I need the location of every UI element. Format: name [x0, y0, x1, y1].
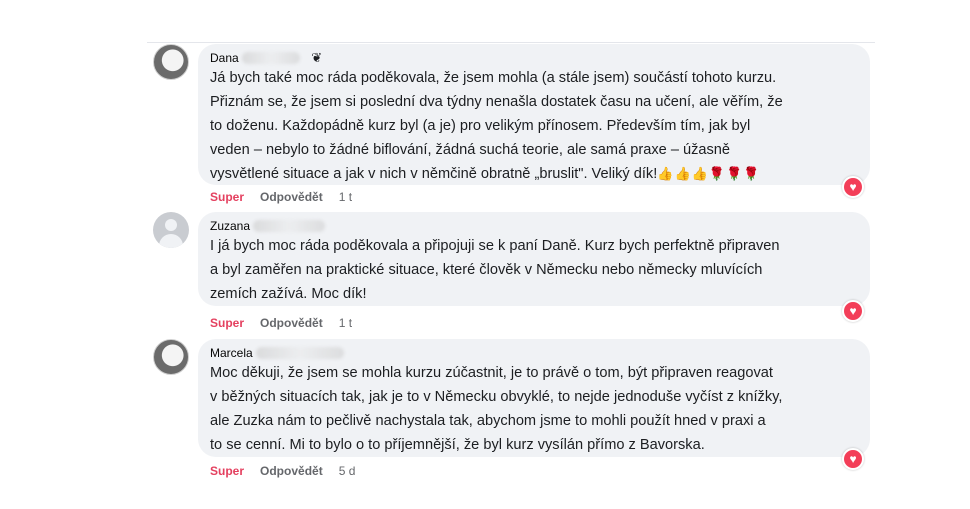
- redacted-surname: [253, 220, 326, 232]
- comment-bubble: Zuzana I já bych moc ráda poděkovala a p…: [198, 212, 870, 306]
- avatar-head: [165, 219, 177, 231]
- emoji-reactions: 👍👍👍🌹🌹🌹: [657, 166, 761, 181]
- heart-icon[interactable]: ♥: [842, 448, 864, 470]
- redacted-surname: [241, 52, 300, 64]
- comment-bubble: Dana ❦ Já bych také moc ráda poděkovala,…: [198, 44, 870, 185]
- author-name[interactable]: Zuzana: [210, 218, 250, 234]
- author-row: Dana ❦: [210, 50, 858, 66]
- reaction-label[interactable]: Super: [210, 463, 244, 479]
- top-divider: [147, 42, 875, 43]
- redacted-surname: [255, 347, 344, 359]
- timestamp[interactable]: 1 t: [339, 315, 352, 331]
- author-row: Zuzana: [210, 218, 858, 234]
- comment-actions: Super Odpovědět 5 d: [210, 463, 371, 479]
- timestamp[interactable]: 5 d: [339, 463, 356, 479]
- comment-bubble: Marcela Moc děkuji, že jsem se mohla kur…: [198, 339, 870, 457]
- reply-button[interactable]: Odpovědět: [260, 189, 323, 205]
- reaction-label[interactable]: Super: [210, 189, 244, 205]
- comment-actions: Super Odpovědět 1 t: [210, 315, 368, 331]
- avatar[interactable]: [153, 44, 189, 80]
- heart-icon[interactable]: ♥: [842, 300, 864, 322]
- comment-actions: Super Odpovědět 1 t: [210, 189, 368, 205]
- reaction-label[interactable]: Super: [210, 315, 244, 331]
- timestamp[interactable]: 1 t: [339, 189, 352, 205]
- avatar[interactable]: [153, 212, 189, 248]
- author-row: Marcela: [210, 345, 858, 361]
- reply-button[interactable]: Odpovědět: [260, 315, 323, 331]
- badge-icon: ❦: [311, 50, 323, 65]
- heart-icon[interactable]: ♥: [842, 176, 864, 198]
- comment-text: Moc děkuji, že jsem se mohla kurzu zúčas…: [210, 365, 783, 453]
- avatar-body: [159, 234, 183, 248]
- author-name[interactable]: Marcela: [210, 345, 253, 361]
- reply-button[interactable]: Odpovědět: [260, 463, 323, 479]
- comments-page: Dana ❦ Já bych také moc ráda poděkovala,…: [0, 0, 970, 509]
- author-name[interactable]: Dana: [210, 50, 239, 66]
- comment-text: I já bych moc ráda poděkovala a připojuj…: [210, 238, 780, 302]
- comment-text: Já bych také moc ráda poděkovala, že jse…: [210, 70, 783, 182]
- avatar[interactable]: [153, 339, 189, 375]
